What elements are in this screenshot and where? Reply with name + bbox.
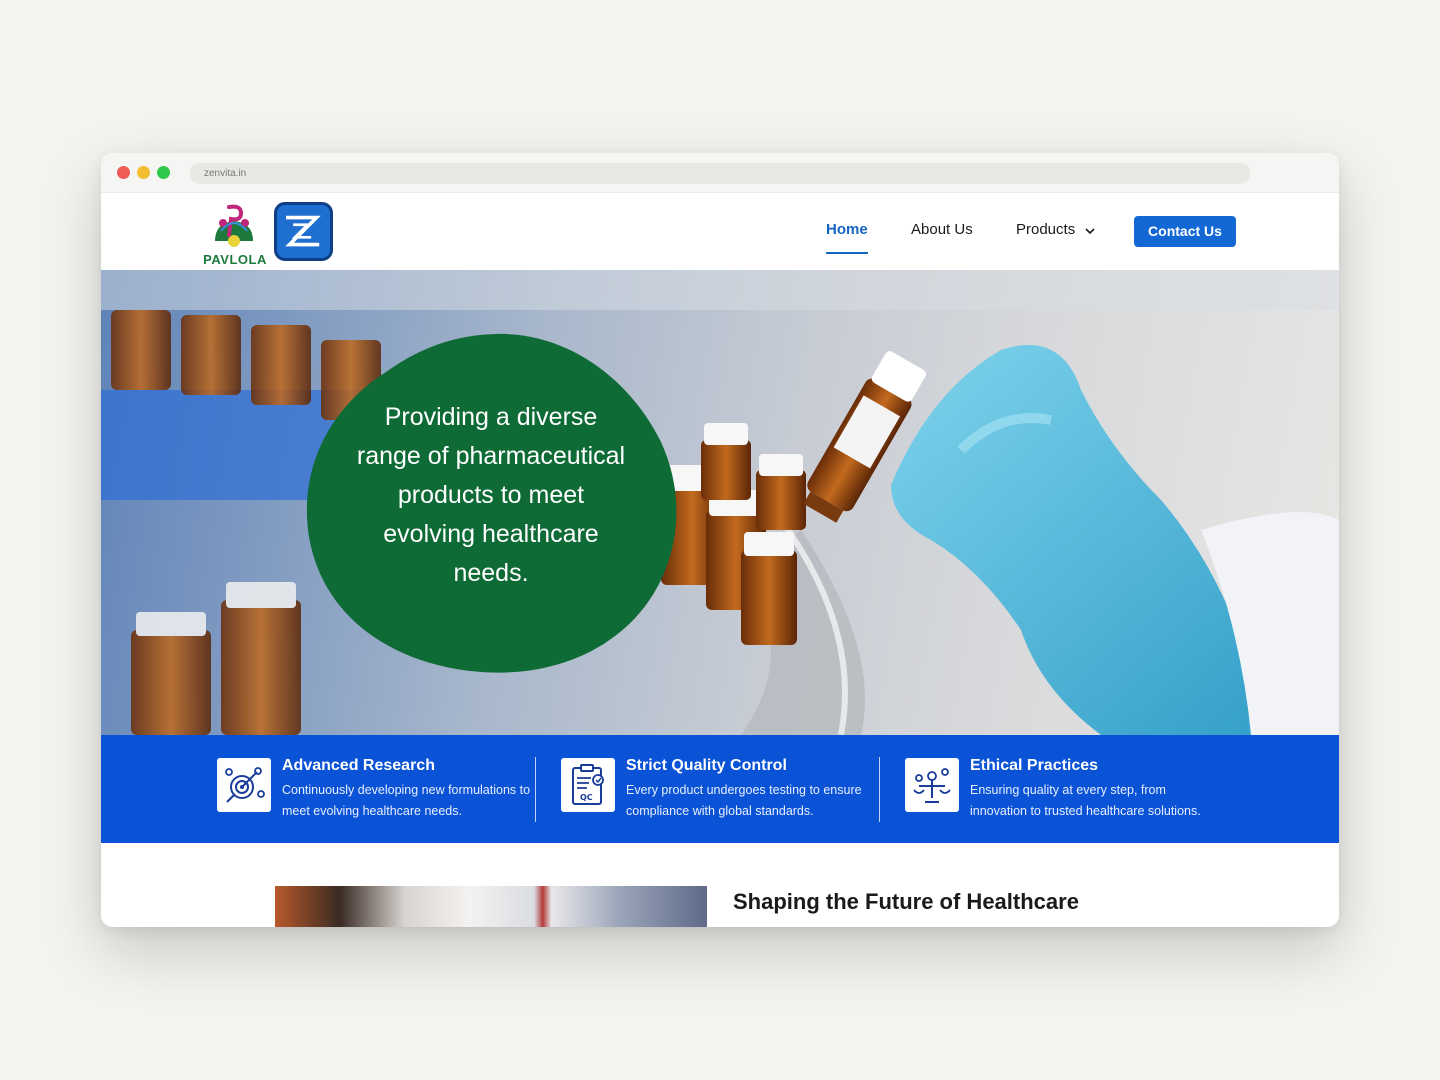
- feature-description: Ensuring quality at every step, from inn…: [970, 783, 1201, 818]
- maximize-window-button[interactable]: [157, 166, 170, 179]
- feature-divider: [879, 757, 880, 822]
- nav-active-indicator: [826, 252, 868, 254]
- feature-strict-quality-control: QC Strict Quality Control Every product …: [561, 735, 881, 843]
- pavlola-logo[interactable]: PAVLOLA: [203, 199, 267, 267]
- address-bar[interactable]: zenvita.in: [190, 163, 1250, 184]
- feature-title: Strict Quality Control: [626, 757, 787, 774]
- nav-about-us[interactable]: About Us: [911, 221, 973, 238]
- contact-us-button[interactable]: Contact Us: [1134, 216, 1236, 247]
- section-title: Shaping the Future of Healthcare: [733, 889, 1079, 914]
- nav-products[interactable]: Products: [1016, 221, 1075, 238]
- zenvita-logo-icon[interactable]: [274, 202, 333, 261]
- feature-description: Continuously developing new formulations…: [282, 783, 531, 818]
- hero-banner: Providing a diverse range of pharmaceuti…: [101, 270, 1339, 735]
- about-section-image: [275, 886, 707, 927]
- hero-headline: Providing a diverse range of pharmaceuti…: [356, 403, 626, 587]
- site-header: PAVLOLA Home About Us Products Contact U…: [101, 193, 1339, 270]
- ethics-balance-icon: [905, 758, 959, 812]
- qc-clipboard-icon: QC: [561, 758, 615, 812]
- address-bar-url: zenvita.in: [204, 168, 247, 179]
- features-band: Advanced Research Continuously developin…: [101, 735, 1339, 843]
- chevron-down-icon[interactable]: [1084, 226, 1096, 236]
- svg-text:QC: QC: [580, 793, 593, 802]
- feature-title: Advanced Research: [282, 757, 435, 774]
- about-section: Shaping the Future of Healthcare: [101, 843, 1339, 927]
- feature-ethical-practices: Ethical Practices Ensuring quality at ev…: [905, 735, 1225, 843]
- hero-photo: [101, 270, 1339, 735]
- pavlola-emblem-icon: [215, 204, 253, 247]
- brand-name: PAVLOLA: [203, 252, 267, 267]
- minimize-window-button[interactable]: [137, 166, 150, 179]
- browser-window: zenvita.in PAVLOLA Home About Us Product…: [101, 153, 1339, 927]
- feature-description: Every product undergoes testing to ensur…: [626, 783, 862, 818]
- feature-title: Ethical Practices: [970, 757, 1099, 774]
- nav-home[interactable]: Home: [826, 221, 868, 238]
- browser-chrome: zenvita.in: [101, 153, 1339, 193]
- close-window-button[interactable]: [117, 166, 130, 179]
- feature-advanced-research: Advanced Research Continuously developin…: [217, 735, 537, 843]
- research-target-icon: [217, 758, 271, 812]
- feature-divider: [535, 757, 536, 822]
